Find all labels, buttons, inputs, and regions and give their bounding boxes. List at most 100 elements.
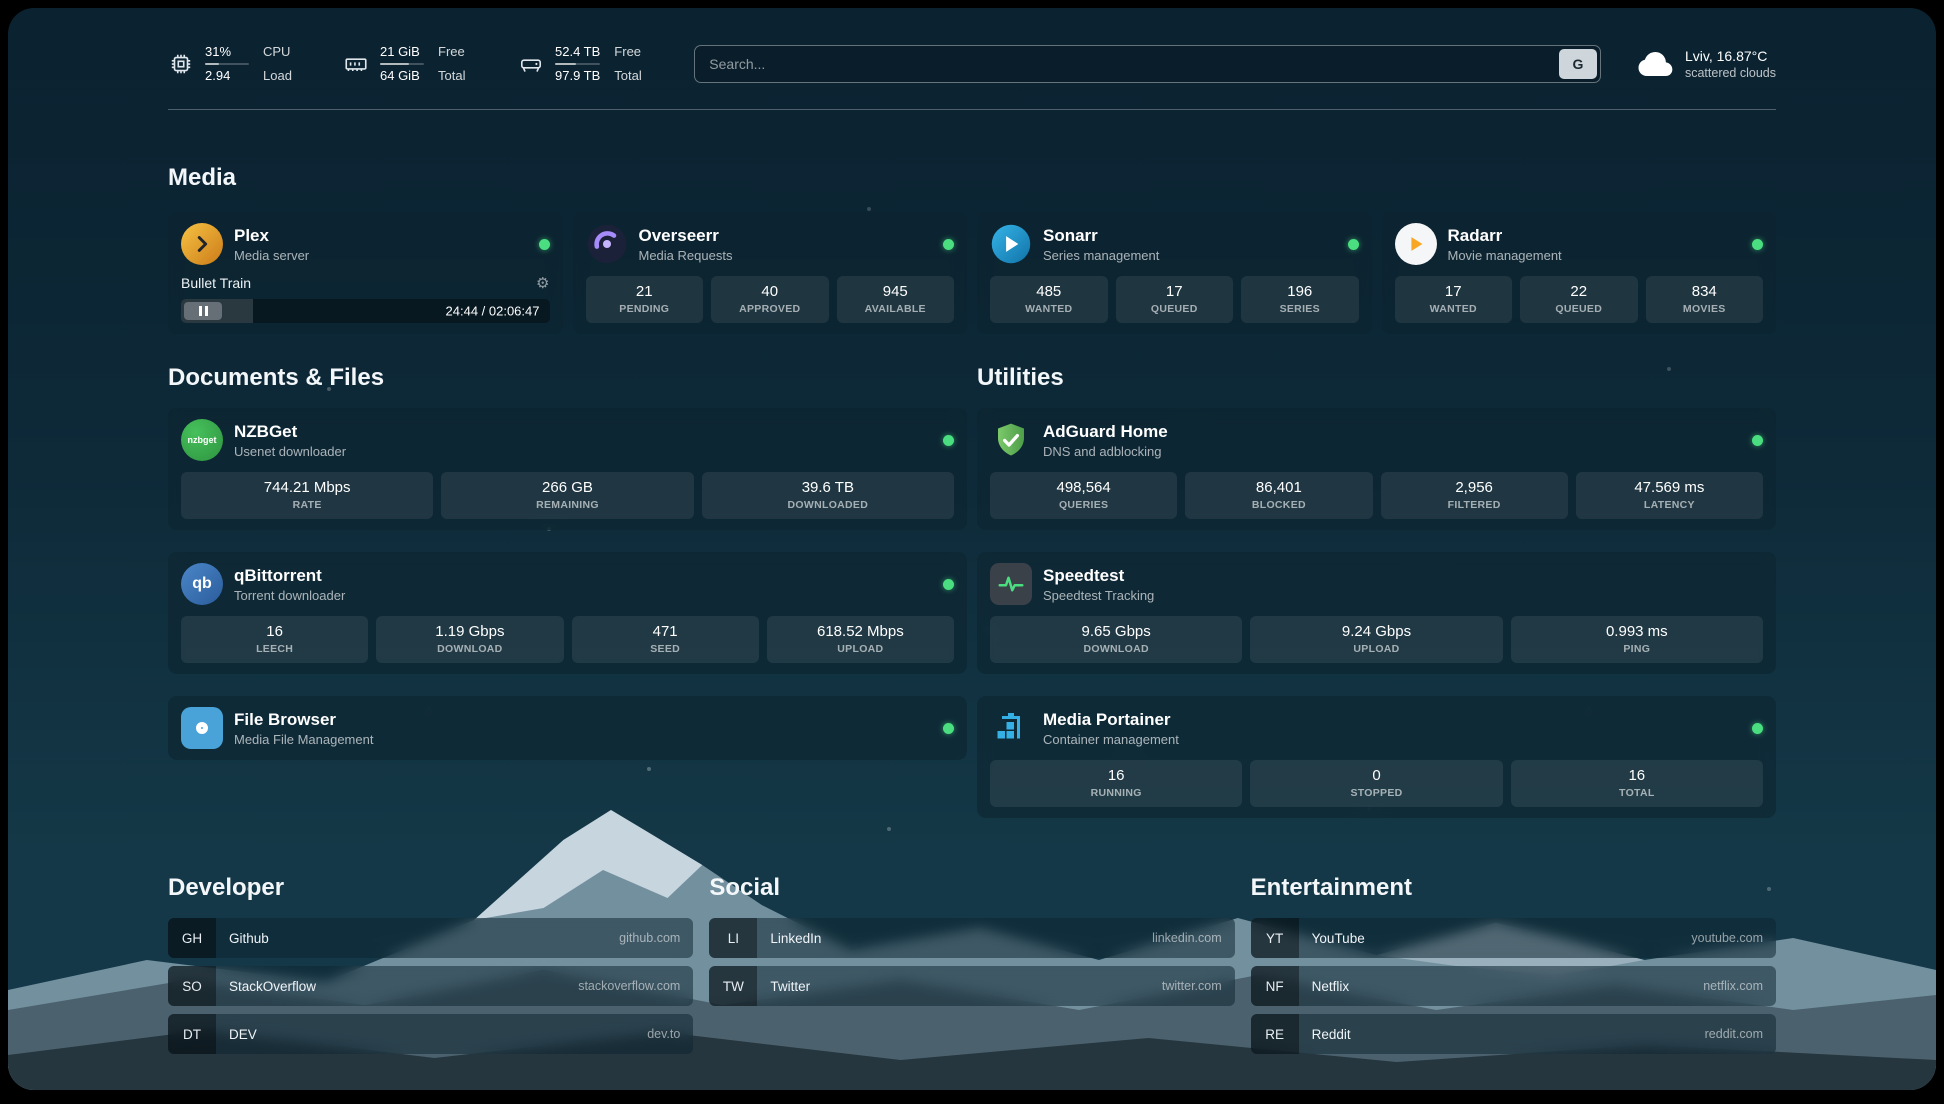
service-description: Movie management xyxy=(1448,248,1562,263)
bookmark-github[interactable]: GH Github github.com xyxy=(168,918,693,958)
service-card-radarr[interactable]: Radarr Movie management 17 WANTED 22 QUE… xyxy=(1382,212,1777,334)
stat-label: DOWNLOAD xyxy=(380,643,559,655)
stat-value: 744.21 Mbps xyxy=(185,479,429,496)
service-name: Radarr xyxy=(1448,226,1562,246)
stat-label: APPROVED xyxy=(715,303,825,315)
stat-box: 16 LEECH xyxy=(181,616,368,663)
service-name: Media Portainer xyxy=(1043,710,1179,730)
section-title-media: Media xyxy=(168,164,1776,192)
bookmark-group-entertainment: Entertainment YT YouTube youtube.com NF … xyxy=(1251,874,1776,1054)
service-name: File Browser xyxy=(234,710,373,730)
bookmark-domain: dev.to xyxy=(647,1027,680,1041)
stat-box: 9.65 Gbps DOWNLOAD xyxy=(990,616,1242,663)
bookmark-reddit[interactable]: RE Reddit reddit.com xyxy=(1251,1014,1776,1054)
sonarr-icon xyxy=(990,223,1032,265)
bookmark-linkedin[interactable]: LI LinkedIn linkedin.com xyxy=(709,918,1234,958)
bookmark-abbr: GH xyxy=(168,918,216,958)
stat-label: STOPPED xyxy=(1254,787,1498,799)
stat-label: PING xyxy=(1515,643,1759,655)
cpu-resource-widget: 31% 2.94 CPU Load xyxy=(168,44,307,83)
stat-box: 945 AVAILABLE xyxy=(837,276,955,323)
bookmark-domain: twitter.com xyxy=(1162,979,1222,993)
filebrowser-icon xyxy=(181,707,223,749)
stat-label: QUERIES xyxy=(994,499,1173,511)
stat-label: WANTED xyxy=(994,303,1104,315)
service-card-plex[interactable]: Plex Media server Bullet Train ⚙ 24:44 /… xyxy=(168,212,563,334)
settings-icon[interactable]: ⚙ xyxy=(536,274,549,292)
disk-resource-widget: 52.4 TB 97.9 TB Free Total xyxy=(518,44,658,83)
bookmark-youtube[interactable]: YT YouTube youtube.com xyxy=(1251,918,1776,958)
service-description: Media File Management xyxy=(234,732,373,747)
cpu-percent: 31% xyxy=(205,44,249,60)
dashboard-screen: 31% 2.94 CPU Load xyxy=(8,8,1936,1090)
memory-icon xyxy=(343,51,369,77)
cpu-icon xyxy=(168,51,194,77)
service-card-nzbget[interactable]: nzbget NZBGet Usenet downloader 744.21 M… xyxy=(168,408,967,530)
qbittorrent-icon-text: qb xyxy=(192,575,212,593)
disk-total-label: Total xyxy=(614,68,658,84)
service-card-portainer[interactable]: Media Portainer Container management 16 … xyxy=(977,696,1776,818)
status-online-dot xyxy=(1752,435,1763,446)
stat-box: 744.21 Mbps RATE xyxy=(181,472,433,519)
stat-box: 16 TOTAL xyxy=(1511,760,1763,807)
service-card-overseerr[interactable]: Overseerr Media Requests 21 PENDING 40 A… xyxy=(573,212,968,334)
nzbget-icon-text: nzbget xyxy=(188,435,217,445)
section-documents: Documents & Files nzbget NZBGet Usenet d… xyxy=(168,364,967,760)
bookmark-abbr: DT xyxy=(168,1014,216,1054)
bookmark-stackoverflow[interactable]: SO StackOverflow stackoverflow.com xyxy=(168,966,693,1006)
bookmark-domain: reddit.com xyxy=(1705,1027,1763,1041)
portainer-icon xyxy=(990,707,1032,749)
bookmark-twitter[interactable]: TW Twitter twitter.com xyxy=(709,966,1234,1006)
service-description: Series management xyxy=(1043,248,1159,263)
status-online-dot xyxy=(539,239,550,250)
weather-widget: Lviv, 16.87°C scattered clouds xyxy=(1637,46,1776,82)
weather-location: Lviv, 16.87°C xyxy=(1685,48,1776,64)
disk-free-label: Free xyxy=(614,44,658,60)
weather-condition: scattered clouds xyxy=(1685,66,1776,80)
search-provider-button[interactable]: G xyxy=(1559,49,1597,79)
search-input[interactable] xyxy=(709,56,1559,72)
stat-box: 1.19 Gbps DOWNLOAD xyxy=(376,616,563,663)
stat-value: 86,401 xyxy=(1189,479,1368,496)
stat-box: 47.569 ms LATENCY xyxy=(1576,472,1763,519)
bookmark-abbr: YT xyxy=(1251,918,1299,958)
service-card-qbittorrent[interactable]: qb qBittorrent Torrent downloader 16 xyxy=(168,552,967,674)
stat-box: 0 STOPPED xyxy=(1250,760,1502,807)
service-description: Usenet downloader xyxy=(234,444,346,459)
pause-icon[interactable] xyxy=(184,302,222,320)
stat-value: 266 GB xyxy=(445,479,689,496)
stat-value: 618.52 Mbps xyxy=(771,623,950,640)
bookmark-dev[interactable]: DT DEV dev.to xyxy=(168,1014,693,1054)
stat-label: WANTED xyxy=(1399,303,1509,315)
service-card-filebrowser[interactable]: File Browser Media File Management xyxy=(168,696,967,760)
stat-box: 471 SEED xyxy=(572,616,759,663)
stat-box: 22 QUEUED xyxy=(1520,276,1638,323)
stat-value: 834 xyxy=(1650,283,1760,300)
status-online-dot xyxy=(943,579,954,590)
service-card-speedtest[interactable]: Speedtest Speedtest Tracking 9.65 Gbps D… xyxy=(977,552,1776,674)
stat-value: 22 xyxy=(1524,283,1634,300)
service-card-sonarr[interactable]: Sonarr Series management 485 WANTED 17 Q… xyxy=(977,212,1372,334)
service-card-adguard[interactable]: AdGuard Home DNS and adblocking 498,564 … xyxy=(977,408,1776,530)
adguard-icon xyxy=(990,419,1032,461)
bookmark-netflix[interactable]: NF Netflix netflix.com xyxy=(1251,966,1776,1006)
bookmark-group-social: Social LI LinkedIn linkedin.com TW Twitt… xyxy=(709,874,1234,1054)
section-media: Media Plex Media server xyxy=(168,164,1776,334)
memory-resource-widget: 21 GiB 64 GiB Free Total xyxy=(343,44,482,83)
stat-label: REMAINING xyxy=(445,499,689,511)
now-playing-title: Bullet Train xyxy=(181,275,251,291)
stat-value: 39.6 TB xyxy=(706,479,950,496)
stat-value: 0.993 ms xyxy=(1515,623,1759,640)
bookmark-domain: github.com xyxy=(619,931,680,945)
stat-label: PENDING xyxy=(590,303,700,315)
stat-value: 1.19 Gbps xyxy=(380,623,559,640)
service-description: Media Requests xyxy=(639,248,733,263)
bookmark-name: DEV xyxy=(229,1027,257,1042)
stat-box: 16 RUNNING xyxy=(990,760,1242,807)
status-online-dot xyxy=(943,723,954,734)
stat-value: 40 xyxy=(715,283,825,300)
stat-label: LEECH xyxy=(185,643,364,655)
stat-box: 9.24 Gbps UPLOAD xyxy=(1250,616,1502,663)
stat-label: SEED xyxy=(576,643,755,655)
search-bar: G xyxy=(694,45,1601,83)
